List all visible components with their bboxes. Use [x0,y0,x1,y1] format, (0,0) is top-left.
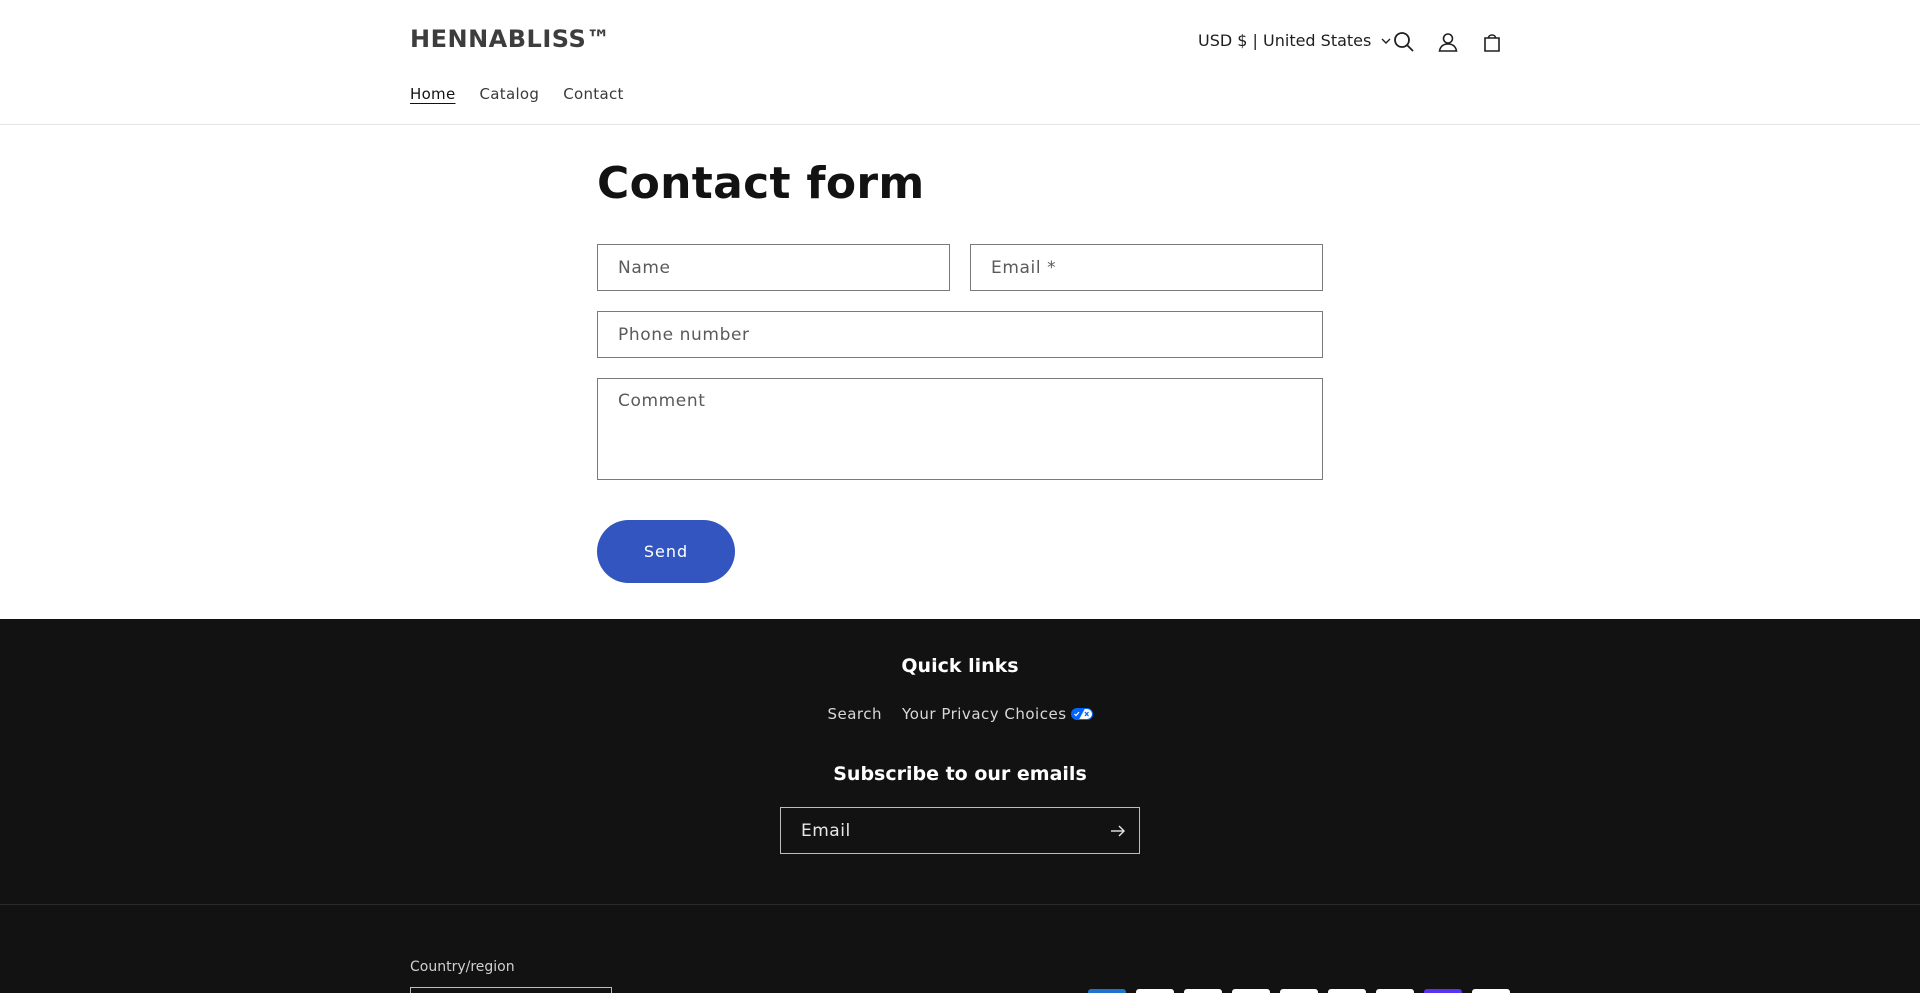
diners-club-icon [1184,989,1222,993]
comment-field-label: Comment [618,391,706,411]
site-footer: Quick links Search Your Privacy Choices … [0,619,1920,993]
american-express-icon [1088,989,1126,993]
currency-selector[interactable]: USD $ | United States [1198,31,1392,50]
comment-field[interactable]: Comment [597,378,1323,480]
send-button[interactable]: Send [597,520,735,583]
discover-icon [1232,989,1270,993]
quick-links-title: Quick links [901,655,1019,677]
visa-icon [1472,989,1510,993]
account-icon[interactable] [1434,28,1462,56]
newsletter-email-placeholder: Email [801,820,851,841]
footer-link-privacy-label: Your Privacy Choices [902,705,1067,723]
subscribe-title: Subscribe to our emails [833,763,1087,785]
phone-field[interactable]: Phone number [597,311,1323,358]
footer-divider [0,904,1920,905]
footer-link-privacy[interactable]: Your Privacy Choices [902,705,1093,723]
paypal-icon [1376,989,1414,993]
country-region-selector[interactable] [410,987,612,993]
cart-icon[interactable] [1478,28,1506,56]
footer-link-search-label: Search [827,705,883,723]
page-title: Contact form [597,158,925,209]
site-header: HENNABLISS™ USD $ | United States Home C… [0,0,1920,125]
country-region-label: Country/region [410,959,515,975]
google-pay-icon [1280,989,1318,993]
email-field-label: Email * [991,257,1057,278]
apple-pay-icon [1136,989,1174,993]
main-nav: Home Catalog Contact [410,85,624,103]
phone-field-label: Phone number [618,324,750,345]
newsletter-email-input[interactable]: Email [780,807,1140,854]
name-field-label: Name [618,257,671,278]
search-icon[interactable] [1390,28,1418,56]
arrow-right-icon[interactable] [1109,822,1127,840]
currency-label: USD $ | United States [1198,31,1372,50]
privacy-choices-icon [1070,708,1093,720]
footer-link-search[interactable]: Search [827,705,882,723]
nav-item-home[interactable]: Home [410,85,456,103]
mastercard-icon [1328,989,1366,993]
payment-icons [1088,989,1510,993]
nav-item-contact[interactable]: Contact [563,85,623,103]
shop-pay-icon [1424,989,1462,993]
email-field[interactable]: Email * [970,244,1323,291]
name-field[interactable]: Name [597,244,950,291]
brand-logo[interactable]: HENNABLISS™ [410,25,611,53]
nav-item-catalog[interactable]: Catalog [480,85,540,103]
footer-links: Search Your Privacy Choices [0,705,1920,723]
